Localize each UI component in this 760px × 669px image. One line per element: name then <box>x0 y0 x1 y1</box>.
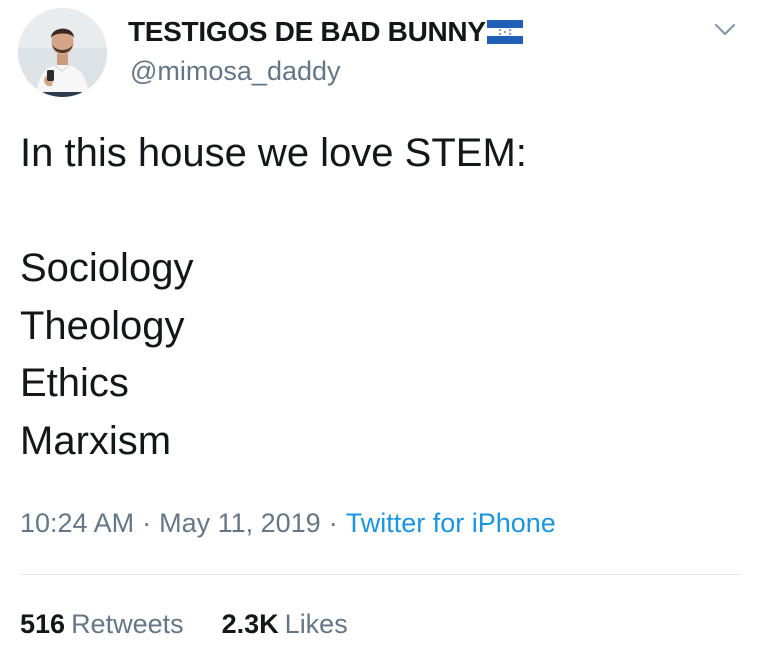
tweet-card: TESTIGOS DE BAD BUNNY @mimosa_daddy In t… <box>0 0 760 669</box>
likes-label: Likes <box>284 609 348 639</box>
divider <box>20 574 741 575</box>
meta-separator: · <box>142 508 152 538</box>
tweet-text-line: Sociology <box>20 246 194 290</box>
chevron-down-icon <box>714 23 736 36</box>
tweet-text-line: Ethics <box>20 361 129 405</box>
avatar[interactable] <box>18 8 107 97</box>
tweet-text-line: In this house we love STEM: <box>20 131 527 175</box>
tweet-stats: 516 Retweets 2.3K Likes <box>20 606 348 642</box>
retweets-stat[interactable]: 516 Retweets <box>20 606 184 642</box>
tweet-text-line: Marxism <box>20 418 172 463</box>
tweet-time[interactable]: 10:24 AM <box>20 508 134 538</box>
author-display-name[interactable]: TESTIGOS DE BAD BUNNY <box>128 14 523 50</box>
author-handle[interactable]: @mimosa_daddy <box>130 54 341 88</box>
tweet-source-link[interactable]: Twitter for iPhone <box>346 508 556 538</box>
retweets-count: 516 <box>20 609 66 639</box>
tweet-date[interactable]: May 11, 2019 <box>159 508 321 538</box>
tweet-text: In this house we love STEM: Sociology Th… <box>20 125 527 470</box>
likes-stat[interactable]: 2.3K Likes <box>222 606 348 642</box>
tweet-text-line <box>20 183 527 241</box>
tweet-text-line: Theology <box>20 303 185 348</box>
tweet-menu-button[interactable] <box>708 16 742 42</box>
retweets-label: Retweets <box>71 609 184 639</box>
honduras-flag-icon <box>486 20 523 44</box>
avatar-photo <box>18 8 107 97</box>
tweet-metadata: 10:24 AM · May 11, 2019 · Twitter for iPhone <box>20 505 556 541</box>
display-name-text: TESTIGOS DE BAD BUNNY <box>128 16 486 47</box>
likes-count: 2.3K <box>221 609 279 639</box>
meta-separator: · <box>328 508 338 538</box>
